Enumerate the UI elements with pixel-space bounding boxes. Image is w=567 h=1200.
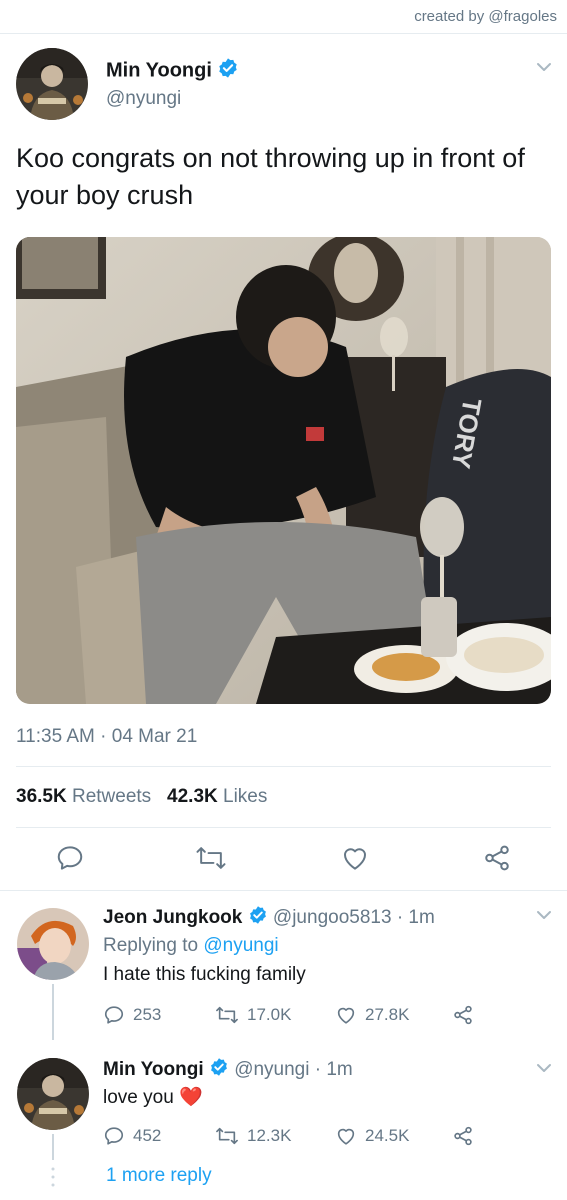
heart-icon[interactable] [340,843,370,878]
reply-author-handle[interactable]: @jungoo5813 [273,907,392,928]
replying-to-handle[interactable]: @nyungi [203,935,278,956]
thread-dots-icon [51,1166,55,1193]
divider [0,890,567,891]
verified-badge-icon [248,905,268,931]
chevron-down-icon[interactable] [536,1061,552,1079]
reply-text: love you [103,1087,174,1108]
thread-line [52,1134,54,1160]
retweet-count: 12.3K [247,1126,292,1145]
verified-badge-icon [209,1057,229,1083]
like-count: 24.5K [365,1126,410,1145]
tweet-stats: 36.5K Retweets 42.3K Likes [16,786,267,808]
thread-line [52,984,54,1040]
reply-header: Min Yoongi @nyungi · 1m [103,1057,353,1083]
like-button[interactable]: 24.5K [335,1125,409,1147]
divider [16,766,551,767]
retweet-icon [216,1006,238,1024]
retweets-stat[interactable]: 36.5K Retweets [16,786,151,807]
share-icon [454,1005,472,1025]
reply-actions: 253 17.0K 27.8K [103,1004,483,1028]
avatar[interactable] [17,1058,89,1130]
likes-stat[interactable]: 42.3K Likes [167,786,267,807]
reply-author-name[interactable]: Min Yoongi [103,1059,204,1080]
likes-label: Likes [223,786,268,807]
retweet-count: 17.0K [247,1005,292,1024]
retweet-button[interactable]: 12.3K [215,1125,291,1147]
heart-icon [337,1007,355,1024]
replying-prefix: Replying to [103,935,199,956]
retweets-count: 36.5K [16,786,67,807]
retweet-icon [216,1127,238,1145]
reply-author-name[interactable]: Jeon Jungkook [103,907,242,928]
avatar[interactable] [16,48,88,120]
author-name[interactable]: Min Yoongi [106,59,212,81]
more-replies-link[interactable]: 1 more reply [106,1165,212,1187]
tweet-timestamp[interactable]: 11:35 AM · 04 Mar 21 [16,726,197,748]
retweet-icon[interactable] [195,843,227,878]
chevron-down-icon[interactable] [536,60,552,78]
likes-count: 42.3K [167,786,218,807]
tweet-photo[interactable]: TORY [16,237,551,704]
like-button[interactable]: 27.8K [335,1004,409,1026]
avatar[interactable] [17,908,89,980]
reply-icon [104,1127,124,1145]
reply-header: Jeon Jungkook @jungoo5813 · 1m [103,905,435,931]
share-button[interactable] [452,1125,474,1147]
reply-author-handle[interactable]: @nyungi [234,1059,309,1080]
retweet-button[interactable]: 17.0K [215,1004,291,1026]
divider [16,827,551,828]
reply-age: · 1m [396,907,435,929]
top-divider [0,33,567,34]
reply-icon[interactable] [55,843,85,878]
retweets-label: Retweets [71,786,152,807]
tweet-actions [0,843,567,875]
reply-text: I hate this fucking family [103,964,306,985]
reply-button[interactable]: 452 [103,1125,161,1147]
author-handle[interactable]: @nyungi [106,88,181,110]
share-icon[interactable] [482,843,512,878]
verified-badge-icon [217,57,239,85]
tweet-text: Koo congrats on not throwing up in front… [16,143,525,210]
reply-button[interactable]: 253 [103,1004,161,1026]
tweet-author[interactable]: Min Yoongi [106,57,239,85]
share-icon [454,1126,472,1146]
chevron-down-icon[interactable] [536,908,552,926]
reply-count: 253 [133,1005,162,1024]
reply-text-row: love you ❤️ [103,1085,203,1109]
like-count: 27.8K [365,1005,410,1024]
share-button[interactable] [452,1004,474,1026]
reply-age: · 1m [314,1059,353,1081]
reply-count: 452 [133,1126,162,1145]
credit-text: created by @fragoles [414,8,557,25]
heart-icon [337,1128,355,1145]
replying-to: Replying to @nyungi [103,935,279,957]
reply-actions: 452 12.3K 24.5K [103,1125,483,1149]
reply-icon [104,1006,124,1024]
heart-emoji-icon: ❤️ [179,1087,203,1108]
